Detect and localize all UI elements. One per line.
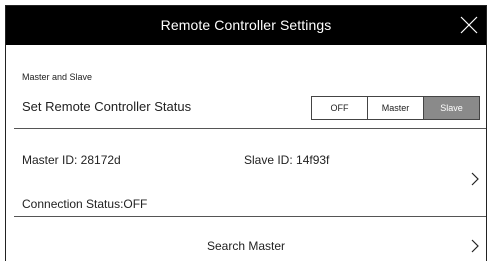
status-option-slave[interactable]: Slave xyxy=(424,97,479,119)
status-segmented-control: OFF Master Slave xyxy=(311,96,480,120)
search-master-label: Search Master xyxy=(206,239,286,253)
search-master-row[interactable]: Search Master xyxy=(6,224,486,261)
slave-id: Slave ID: 14f93f xyxy=(244,153,330,167)
dialog-title: Remote Controller Settings xyxy=(160,17,332,33)
title-bar: Remote Controller Settings xyxy=(6,6,486,45)
connection-status: Connection Status:OFF xyxy=(22,197,148,211)
remote-controller-settings-dialog: Remote Controller Settings Master and Sl… xyxy=(5,5,487,261)
close-button[interactable] xyxy=(458,14,480,36)
divider xyxy=(14,216,486,217)
status-option-off[interactable]: OFF xyxy=(312,97,368,119)
status-option-master[interactable]: Master xyxy=(368,97,424,119)
master-id: Master ID: 28172d xyxy=(22,153,121,167)
divider xyxy=(14,128,486,129)
status-row-label: Set Remote Controller Status xyxy=(22,99,192,114)
connection-info-row[interactable]: Master ID: 28172d Slave ID: 14f93f Conne… xyxy=(6,137,486,221)
section-label: Master and Slave xyxy=(22,72,93,82)
close-icon xyxy=(460,16,478,34)
chevron-right-icon xyxy=(471,172,479,186)
chevron-right-icon xyxy=(471,239,479,253)
